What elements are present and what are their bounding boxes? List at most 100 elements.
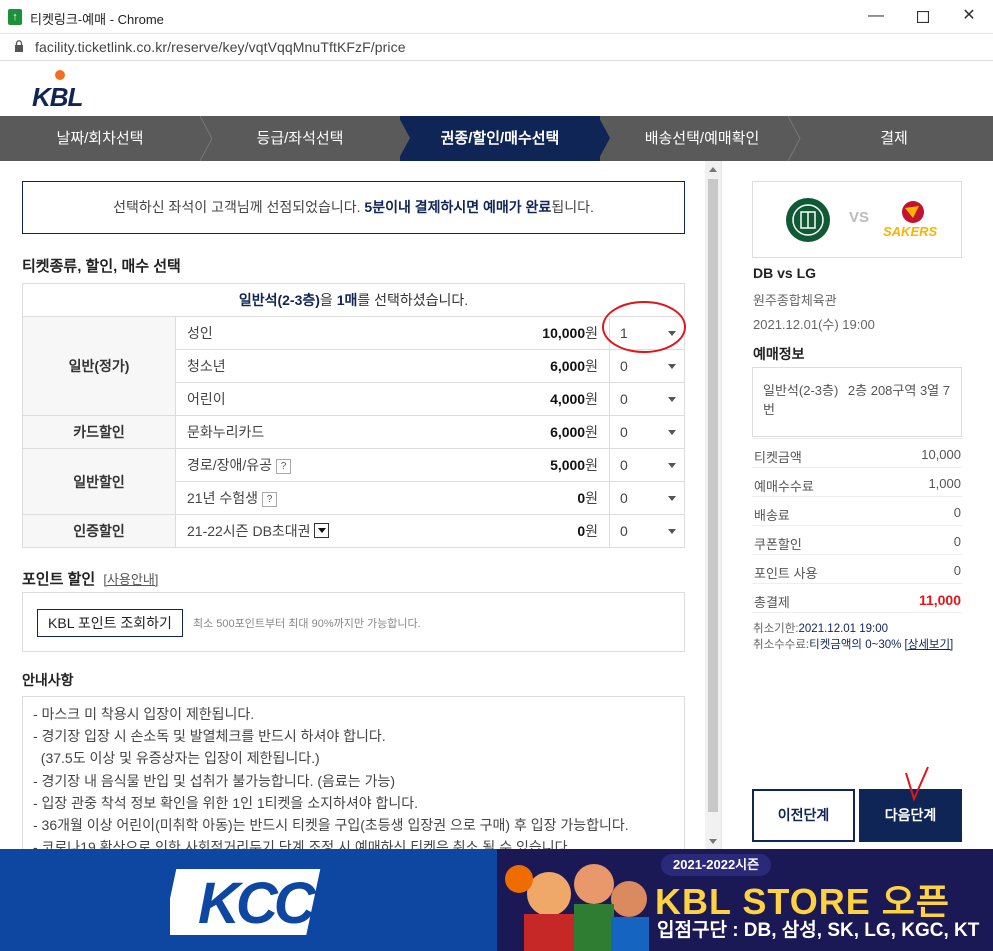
seat-hold-notice: 선택하신 좌석이 고객님께 선점되었습니다. 5분이내 결제하시면 예매가 완료… xyxy=(22,181,685,234)
reservation-steps: 날짜/회차선택 등급/좌석선택 권종/할인/매수선택 배송선택/예매확인 결제 xyxy=(0,116,993,161)
points-section: 포인트 할인 [사용안내] xyxy=(22,568,158,589)
ticket-price: 0원 xyxy=(489,514,610,548)
ticket-price: 6,000원 xyxy=(489,415,610,449)
minimize-icon[interactable]: — xyxy=(853,0,899,34)
step-divider xyxy=(598,116,610,160)
scroll-up-icon[interactable] xyxy=(709,167,717,172)
ticket-selection-panel: 선택하신 좌석이 고객님께 선점되었습니다. 5분이내 결제하시면 예매가 완료… xyxy=(0,161,721,849)
close-icon[interactable]: ✕ xyxy=(946,0,992,34)
quantity-select[interactable]: 0 xyxy=(609,415,685,449)
svg-text:SAKERS: SAKERS xyxy=(883,224,937,239)
ticket-name: 21-22시즌 DB초대권 xyxy=(175,514,490,548)
seat-info-box: 일반석(2-3층) 2층 208구역 3열 7번 xyxy=(752,367,962,437)
ticket-name: 청소년 xyxy=(175,349,490,383)
info-line: (37.5도 이상 및 유증상자는 입장이 제한됩니다.) xyxy=(33,750,320,767)
address-bar[interactable]: facility.ticketlink.co.kr/reserve/key/vq… xyxy=(0,34,993,61)
fee-row-booking: 예매수수료 1,000 xyxy=(752,467,962,496)
browser-titlebar: ↑ 티켓링크-예매 - Chrome — ✕ xyxy=(0,0,993,34)
ticket-price: 10,000원 xyxy=(489,316,610,350)
points-box: KBL 포인트 조회하기 최소 500포인트부터 최대 90%까지만 가능합니다… xyxy=(22,592,685,652)
help-icon[interactable]: ? xyxy=(261,492,277,507)
fee-row-total: 총결제 11,000 xyxy=(752,583,962,612)
step-date: 날짜/회차선택 xyxy=(56,130,144,147)
ticket-price: 0원 xyxy=(489,481,610,515)
table-row: 카드할인 문화누리카드 6,000원 0 xyxy=(22,415,685,449)
maximize-icon[interactable] xyxy=(900,0,946,34)
step-chevron xyxy=(788,116,801,161)
left-scrollbar[interactable] xyxy=(705,161,721,849)
step-delivery: 배송선택/예매확인 xyxy=(644,130,760,147)
category-label: 일반(정가) xyxy=(22,316,176,416)
kbl-logo[interactable]: KBL xyxy=(32,70,96,110)
quantity-select[interactable]: 0 xyxy=(609,514,685,548)
quantity-select[interactable]: 0 xyxy=(609,448,685,482)
match-title: DB vs LG xyxy=(753,265,817,281)
table-row: 인증할인 21-22시즌 DB초대권 0원 0 xyxy=(22,514,685,548)
quantity-select[interactable]: 0 xyxy=(609,382,685,416)
url-text[interactable]: facility.ticketlink.co.kr/reserve/key/vq… xyxy=(35,39,406,55)
help-icon[interactable]: ? xyxy=(276,459,292,474)
category-label: 카드할인 xyxy=(22,415,176,449)
chevron-down-icon xyxy=(668,496,676,501)
cancel-fee-detail-link[interactable]: [상세보기] xyxy=(905,639,954,651)
info-line: - 36개월 이상 어린이(미취학 아동)는 반드시 티켓을 구입(초등생 입장… xyxy=(33,817,629,834)
ticket-name: 21년 수험생? xyxy=(175,481,490,515)
info-line: - 경기장 내 음식물 반입 및 섭취가 불가능합니다. (음료는 가능) xyxy=(33,772,396,789)
step-seat: 등급/좌석선택 xyxy=(256,130,344,147)
booking-summary-panel: VS SAKERS DB vs LG 원주종합체육관 2021.12.01(수)… xyxy=(721,161,993,849)
step-price-active: 권종/할인/매수선택 xyxy=(400,116,600,161)
selection-summary: 일반석(2-3층)을 1매를 선택하셨습니다. xyxy=(22,283,685,317)
chevron-down-icon xyxy=(668,364,676,369)
annotation-circle xyxy=(602,301,686,353)
annotation-checkmark xyxy=(905,766,929,802)
points-guide-link[interactable]: [사용안내] xyxy=(103,572,158,587)
scroll-down-icon[interactable] xyxy=(709,839,717,844)
ticket-name: 경로/장애/유공? xyxy=(175,448,490,482)
prev-step-button[interactable]: 이전단계 xyxy=(752,789,855,842)
chevron-down-icon xyxy=(668,463,676,468)
divider xyxy=(752,612,962,613)
fee-row-points: 포인트 사용 0 xyxy=(752,554,962,583)
chevron-down-icon xyxy=(668,397,676,402)
match-datetime: 2021.12.01(수) 19:00 xyxy=(753,317,875,332)
logo-text: KBL xyxy=(32,82,83,110)
expand-dropdown-icon[interactable] xyxy=(313,523,329,538)
info-line: - 경기장 입장 시 손소독 및 발열체크를 반드시 하셔야 합니다. xyxy=(33,728,386,745)
scrollbar-thumb[interactable] xyxy=(708,179,718,812)
venue: 원주종합체육관 xyxy=(753,293,837,308)
ticket-name: 성인 xyxy=(175,316,490,350)
chevron-down-icon xyxy=(668,430,676,435)
ticket-type-table: 일반석(2-3층)을 1매를 선택하셨습니다. 일반(정가) 성인 10,000… xyxy=(22,283,685,548)
kbl-points-lookup-button[interactable]: KBL 포인트 조회하기 xyxy=(37,609,183,637)
kcc-logo: KCC xyxy=(170,869,321,936)
ticket-name: 어린이 xyxy=(175,382,490,416)
fee-row-ticket: 티켓금액 10,000 xyxy=(752,438,962,467)
ticket-section-title: 티켓종류, 할인, 매수 선택 xyxy=(22,258,181,275)
players-illustration xyxy=(505,864,649,951)
booking-info-title: 예매정보 xyxy=(753,346,805,362)
lock-icon xyxy=(15,40,23,52)
points-note: 최소 500포인트부터 최대 90%까지만 가능합니다. xyxy=(193,618,421,630)
store-teams: 입점구단 : DB, 삼성, SK, LG, KGC, KT xyxy=(657,920,980,941)
window-title: 티켓링크-예매 - Chrome xyxy=(30,12,164,27)
info-notice-box[interactable]: - 마스크 미 착용시 입장이 제한됩니다. - 경기장 입장 시 손소독 및 … xyxy=(22,696,685,849)
ticket-price: 5,000원 xyxy=(489,448,610,482)
info-line: - 코로나19 확산으로 인한 사회적거리두기 단계 조정 시 예매하신 티켓은… xyxy=(33,839,572,849)
db-team-logo-icon xyxy=(786,198,830,242)
svg-text:KCC: KCC xyxy=(198,871,317,936)
kcc-ad-banner[interactable]: KCC xyxy=(0,849,497,951)
step-divider xyxy=(398,116,410,160)
table-row: 일반(정가) 성인 10,000원 1 xyxy=(22,316,685,416)
kbl-store-ad-banner[interactable]: 2021-2022시즌 KBL STORE 오픈 입점구단 : DB, 삼성, … xyxy=(497,849,993,951)
category-label: 인증할인 xyxy=(22,514,176,548)
ticket-price: 4,000원 xyxy=(489,382,610,416)
info-line: - 입장 관중 착석 정보 확인을 위한 1인 1티켓을 소지하셔야 합니다. xyxy=(33,794,419,811)
match-logos: VS SAKERS xyxy=(752,181,962,258)
cancel-deadline: 취소기한:2021.12.01 19:00 xyxy=(753,623,889,635)
seat-grade: 일반석(2-3층) xyxy=(763,383,839,398)
info-line: - 마스크 미 착용시 입장이 제한됩니다. xyxy=(33,706,255,722)
fee-row-delivery: 배송료 0 xyxy=(752,496,962,525)
quantity-select[interactable]: 0 xyxy=(609,481,685,515)
cancel-fee: 취소수수료:티켓금액의 0~30% [상세보기] xyxy=(753,639,954,651)
points-title: 포인트 할인 xyxy=(22,571,96,588)
